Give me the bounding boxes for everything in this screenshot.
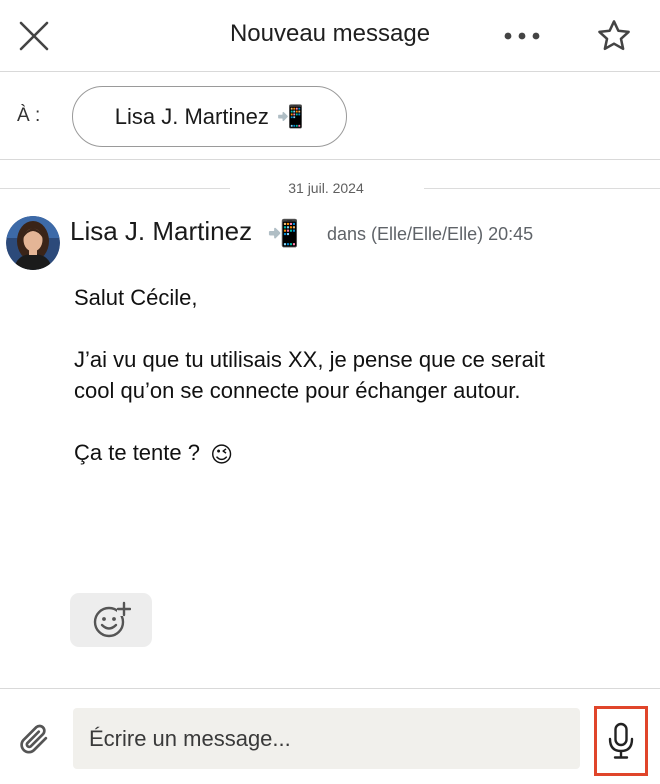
message-body: Salut Cécile, J’ai vu que tu utilisais X… xyxy=(74,282,554,501)
message-greeting: Salut Cécile, xyxy=(74,285,198,310)
to-label: À : xyxy=(17,105,41,126)
message-composer xyxy=(0,688,660,784)
phone-arrow-emoji: 📲 xyxy=(276,103,305,129)
message-closing: Ça te tente ? 😉 xyxy=(74,437,554,470)
more-horizontal-icon xyxy=(504,32,540,40)
star-outline-icon xyxy=(598,20,630,51)
attach-button[interactable] xyxy=(12,717,56,761)
message-paragraph: J’ai vu que tu utilisais XX, je pense qu… xyxy=(74,347,545,403)
recipient-row: À : Lisa J. Martinez 📲 xyxy=(0,72,660,160)
paperclip-icon xyxy=(20,724,48,754)
date-line-right xyxy=(424,188,660,189)
avatar-image xyxy=(6,216,60,270)
message-closing-text: Ça te tente ? xyxy=(74,440,200,465)
close-button[interactable] xyxy=(14,16,54,56)
close-icon xyxy=(19,21,49,51)
more-options-button[interactable] xyxy=(498,18,546,54)
sender-name[interactable]: Lisa J. Martinez 📲 xyxy=(70,216,300,249)
message-input[interactable] xyxy=(73,708,580,769)
wink-emoji: 😉 xyxy=(210,441,234,467)
star-button[interactable] xyxy=(592,14,636,58)
recipient-name: Lisa J. Martinez xyxy=(114,103,269,129)
sender-name-text: Lisa J. Martinez xyxy=(70,216,253,246)
microphone-icon xyxy=(608,722,634,759)
add-reaction-button[interactable] xyxy=(70,593,152,647)
date-separator: 31 juil. 2024 xyxy=(0,178,660,200)
avatar[interactable] xyxy=(6,216,60,270)
phone-arrow-emoji: 📲 xyxy=(267,217,300,248)
app-header: Nouveau message xyxy=(0,0,660,72)
recipient-chip[interactable]: Lisa J. Martinez 📲 xyxy=(72,86,347,147)
add-reaction-icon xyxy=(93,601,131,638)
sender-pronouns-time: dans (Elle/Elle/Elle) 20:45 xyxy=(327,224,534,244)
page-title: Nouveau message xyxy=(229,20,431,47)
microphone-button[interactable] xyxy=(594,706,648,776)
